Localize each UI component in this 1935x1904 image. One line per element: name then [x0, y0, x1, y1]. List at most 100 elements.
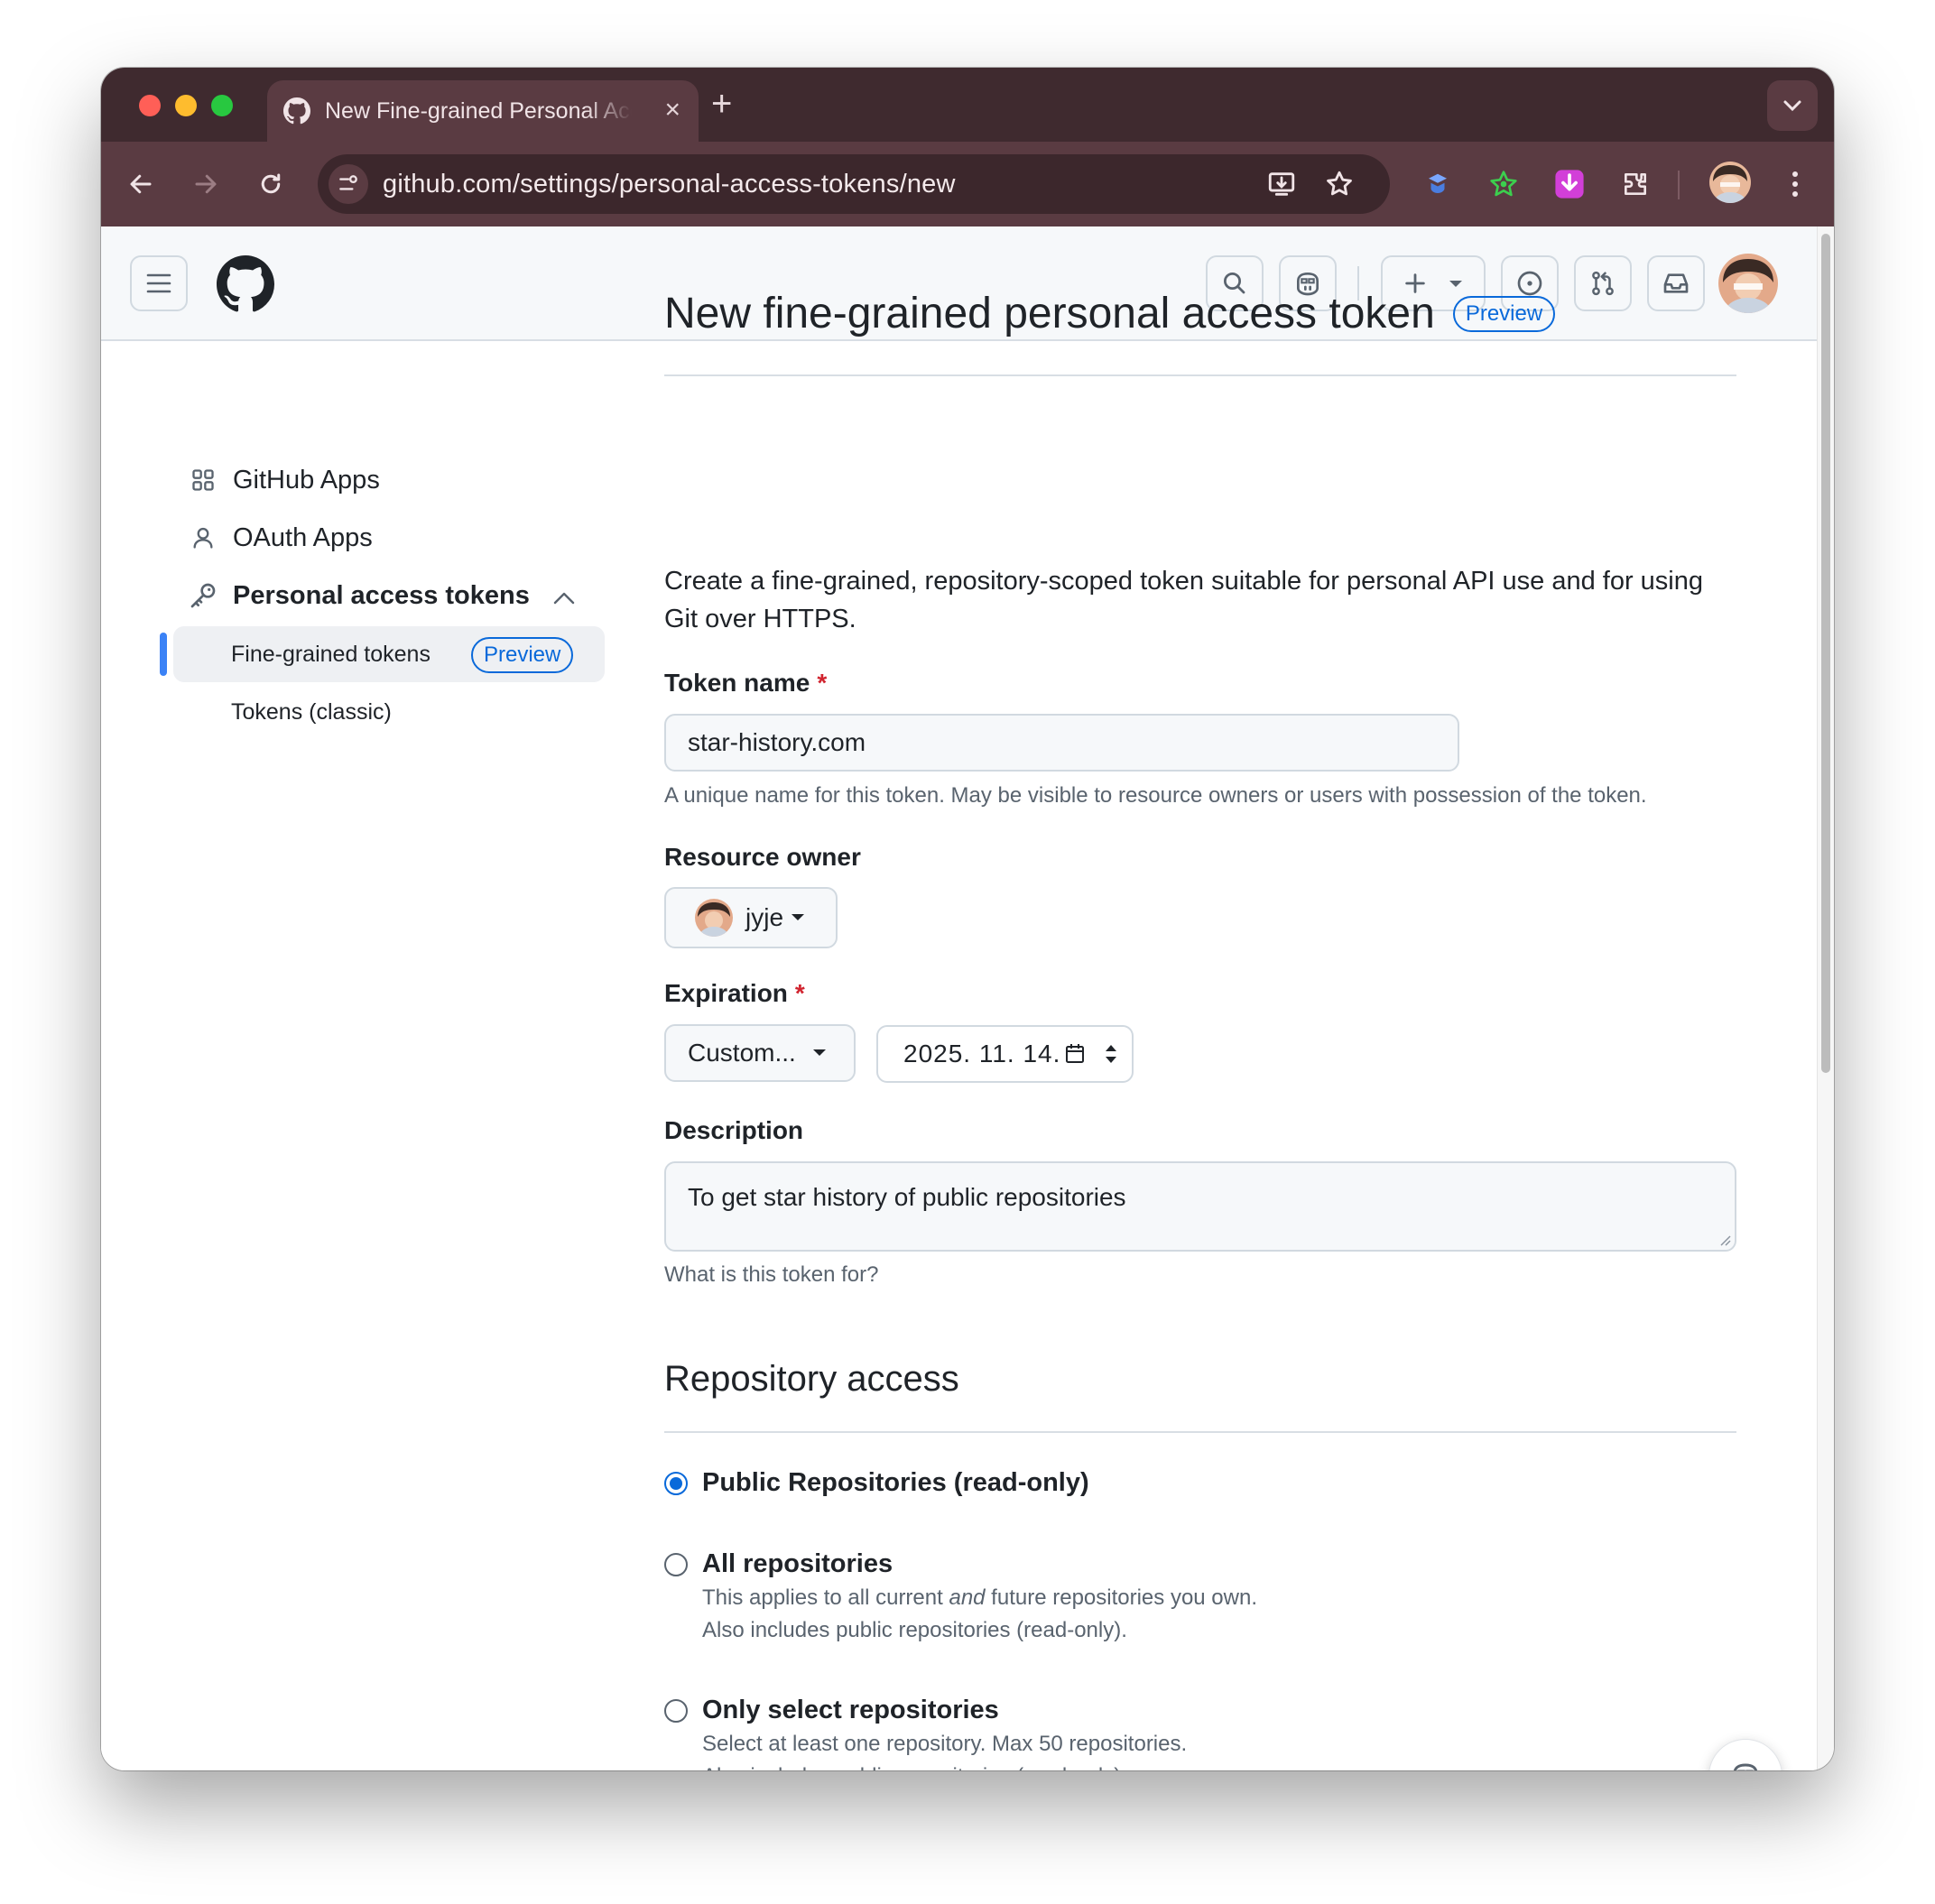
- expiration-date-value: 2025. 11. 14.: [903, 1040, 1061, 1068]
- sidebar-item-tokens-classic[interactable]: Tokens (classic): [231, 699, 392, 726]
- radio-label: Public Repositories (read-only): [702, 1468, 1089, 1497]
- radio-only-select-repositories[interactable]: Only select repositories: [664, 1696, 999, 1725]
- calendar-icon[interactable]: [1064, 1042, 1086, 1066]
- radio-description: Also includes public repositories (read-…: [702, 1618, 1127, 1642]
- key-icon: [188, 580, 218, 611]
- pull-requests-button[interactable]: [1574, 255, 1632, 311]
- radio-button[interactable]: [664, 1553, 688, 1576]
- radio-public-repositories[interactable]: Public Repositories (read-only): [664, 1468, 1089, 1498]
- page-scrollbar[interactable]: [1817, 226, 1834, 1770]
- browser-menu-icon[interactable]: [1776, 165, 1814, 203]
- title-divider: [664, 374, 1736, 376]
- token-name-value: star-history.com: [688, 728, 866, 756]
- extension-shield-icon[interactable]: [1419, 165, 1457, 203]
- resource-owner-value: jyje: [745, 903, 784, 931]
- resource-owner-label: Resource owner: [664, 843, 861, 871]
- preview-badge: Preview: [471, 637, 574, 673]
- description-textarea[interactable]: To get star history of public repositori…: [664, 1161, 1736, 1252]
- resource-owner-select[interactable]: jyje: [664, 887, 838, 948]
- menu-icon: [146, 273, 171, 293]
- arrow-left-icon: [130, 174, 152, 194]
- bookmark-star-icon[interactable]: [1321, 166, 1357, 202]
- repository-access-heading: Repository access: [664, 1359, 959, 1399]
- required-asterisk: *: [817, 669, 828, 697]
- inbox-icon: [1663, 273, 1689, 293]
- radio-label: Only select repositories: [702, 1696, 999, 1724]
- chevron-up-icon[interactable]: [552, 591, 576, 610]
- close-window-button[interactable]: [139, 95, 161, 116]
- user-avatar[interactable]: [1718, 254, 1778, 313]
- inbox-button[interactable]: [1647, 255, 1705, 311]
- install-app-icon[interactable]: [1264, 166, 1300, 202]
- forward-button[interactable]: [183, 162, 228, 207]
- radio-description: Select at least one repository. Max 50 r…: [702, 1732, 1188, 1756]
- caret-down-icon: [812, 1049, 826, 1056]
- token-name-label-text: Token name: [664, 669, 810, 697]
- copilot-chat-button[interactable]: [1708, 1739, 1782, 1770]
- maximize-window-button[interactable]: [211, 95, 233, 116]
- preview-badge: Preview: [1452, 296, 1556, 332]
- sidebar-subitem-label: Fine-grained tokens: [231, 642, 431, 667]
- radio-button-selected[interactable]: [664, 1472, 688, 1495]
- reload-button[interactable]: [248, 162, 293, 207]
- scrollbar-thumb[interactable]: [1821, 234, 1830, 1073]
- token-name-hint: A unique name for this token. May be vis…: [664, 783, 1647, 808]
- expiration-label-text: Expiration: [664, 979, 788, 1007]
- minimize-window-button[interactable]: [175, 95, 197, 116]
- expiration-label: Expiration *: [664, 979, 805, 1008]
- page-title: New fine-grained personal access token P…: [664, 287, 1556, 341]
- address-bar[interactable]: github.com/settings/personal-access-toke…: [318, 154, 1390, 214]
- sidebar-item-personal-access-tokens[interactable]: Personal access tokens: [188, 580, 530, 611]
- owner-avatar: [695, 899, 733, 937]
- browser-tab[interactable]: New Fine-grained Personal Access Tokens …: [267, 80, 699, 142]
- extension-download-icon[interactable]: [1551, 165, 1588, 203]
- resize-handle-icon[interactable]: [1718, 1234, 1731, 1246]
- description-label: Description: [664, 1116, 804, 1144]
- caret-down-icon: [792, 914, 805, 920]
- radio-all-repositories[interactable]: All repositories: [664, 1549, 893, 1579]
- github-logo-icon[interactable]: [217, 255, 274, 313]
- stepper-arrows-icon[interactable]: [1104, 1042, 1118, 1066]
- tab-title: New Fine-grained Personal Access Tokens: [325, 97, 632, 124]
- site-info-icon[interactable]: [329, 164, 368, 204]
- apps-grid-icon: [188, 465, 218, 495]
- page-content: GitHub Apps OAuth Apps Personal access t…: [101, 226, 1818, 1770]
- expiration-value: Custom...: [688, 1039, 796, 1067]
- hamburger-menu-button[interactable]: [130, 255, 188, 311]
- token-name-label: Token name *: [664, 669, 827, 698]
- new-tab-button[interactable]: +: [711, 86, 732, 122]
- extensions-puzzle-icon[interactable]: [1616, 165, 1654, 203]
- desc-text: future repositories you own.: [985, 1585, 1258, 1610]
- browser-toolbar: github.com/settings/personal-access-toke…: [101, 142, 1834, 226]
- git-pull-request-icon: [1592, 271, 1614, 296]
- sidebar-item-label: Personal access tokens: [233, 580, 530, 610]
- tab-search-button[interactable]: [1767, 80, 1818, 131]
- sidebar-item-github-apps[interactable]: GitHub Apps: [188, 465, 380, 495]
- radio-button[interactable]: [664, 1699, 688, 1723]
- sidebar-item-oauth-apps[interactable]: OAuth Apps: [188, 522, 373, 553]
- radio-label: All repositories: [702, 1549, 893, 1578]
- tab-strip: New Fine-grained Personal Access Tokens …: [101, 68, 1834, 142]
- token-name-input[interactable]: star-history.com: [664, 714, 1459, 772]
- radio-description: This applies to all current and future r…: [702, 1582, 1257, 1614]
- back-button[interactable]: [118, 162, 163, 207]
- browser-window: New Fine-grained Personal Access Tokens …: [101, 68, 1834, 1770]
- toolbar-separator: [1678, 171, 1680, 199]
- desc-emphasis: and: [949, 1585, 986, 1610]
- profile-avatar[interactable]: [1709, 162, 1751, 203]
- page-title-text: New fine-grained personal access token: [664, 290, 1435, 337]
- expiration-select[interactable]: Custom...: [664, 1024, 856, 1082]
- person-icon: [188, 522, 218, 553]
- extension-star-icon[interactable]: [1485, 165, 1523, 203]
- arrow-right-icon: [195, 174, 217, 194]
- section-divider: [664, 1431, 1736, 1433]
- sidebar-item-label: GitHub Apps: [233, 465, 380, 494]
- required-asterisk: *: [794, 979, 805, 1007]
- active-indicator: [160, 633, 167, 676]
- desc-text: This applies to all current: [702, 1585, 949, 1610]
- expiration-date-input[interactable]: 2025. 11. 14.: [876, 1025, 1134, 1083]
- description-value: To get star history of public repositori…: [688, 1183, 1126, 1211]
- tab-close-icon[interactable]: ×: [664, 95, 680, 125]
- url-text: github.com/settings/personal-access-toke…: [383, 169, 956, 199]
- description-hint: What is this token for?: [664, 1262, 879, 1287]
